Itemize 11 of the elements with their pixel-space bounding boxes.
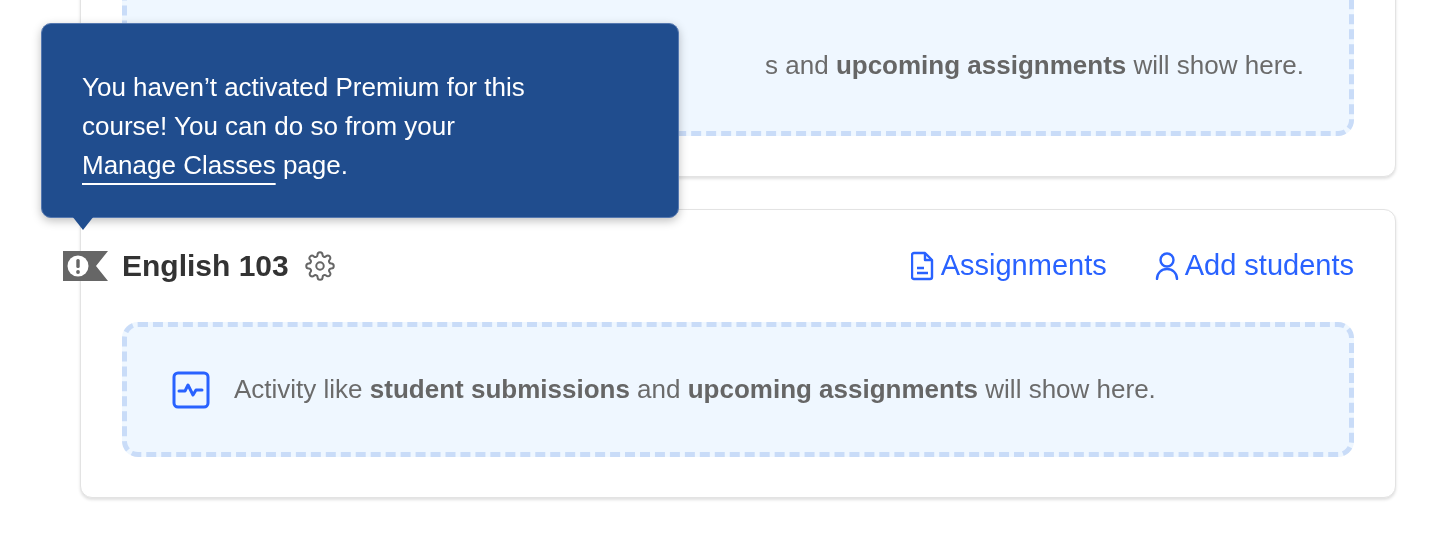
activity-message: Activity like student submissions and upcoming assignments will show here.: [234, 373, 1156, 406]
manage-classes-link[interactable]: Manage Classes: [82, 150, 276, 180]
activity-icon: [172, 370, 210, 409]
document-icon: [910, 251, 935, 281]
course-title: English 103: [122, 248, 289, 284]
add-students-link[interactable]: Add students: [1154, 244, 1354, 288]
person-icon: [1154, 252, 1179, 280]
settings-icon[interactable]: [304, 251, 335, 281]
activity-message: s and upcoming assignments will show here.: [765, 49, 1304, 82]
assignments-link[interactable]: Assignments: [910, 244, 1107, 288]
tooltip-message: You haven’t activated Premium for this course! You can do so from your Manage Classes page.: [82, 71, 526, 182]
